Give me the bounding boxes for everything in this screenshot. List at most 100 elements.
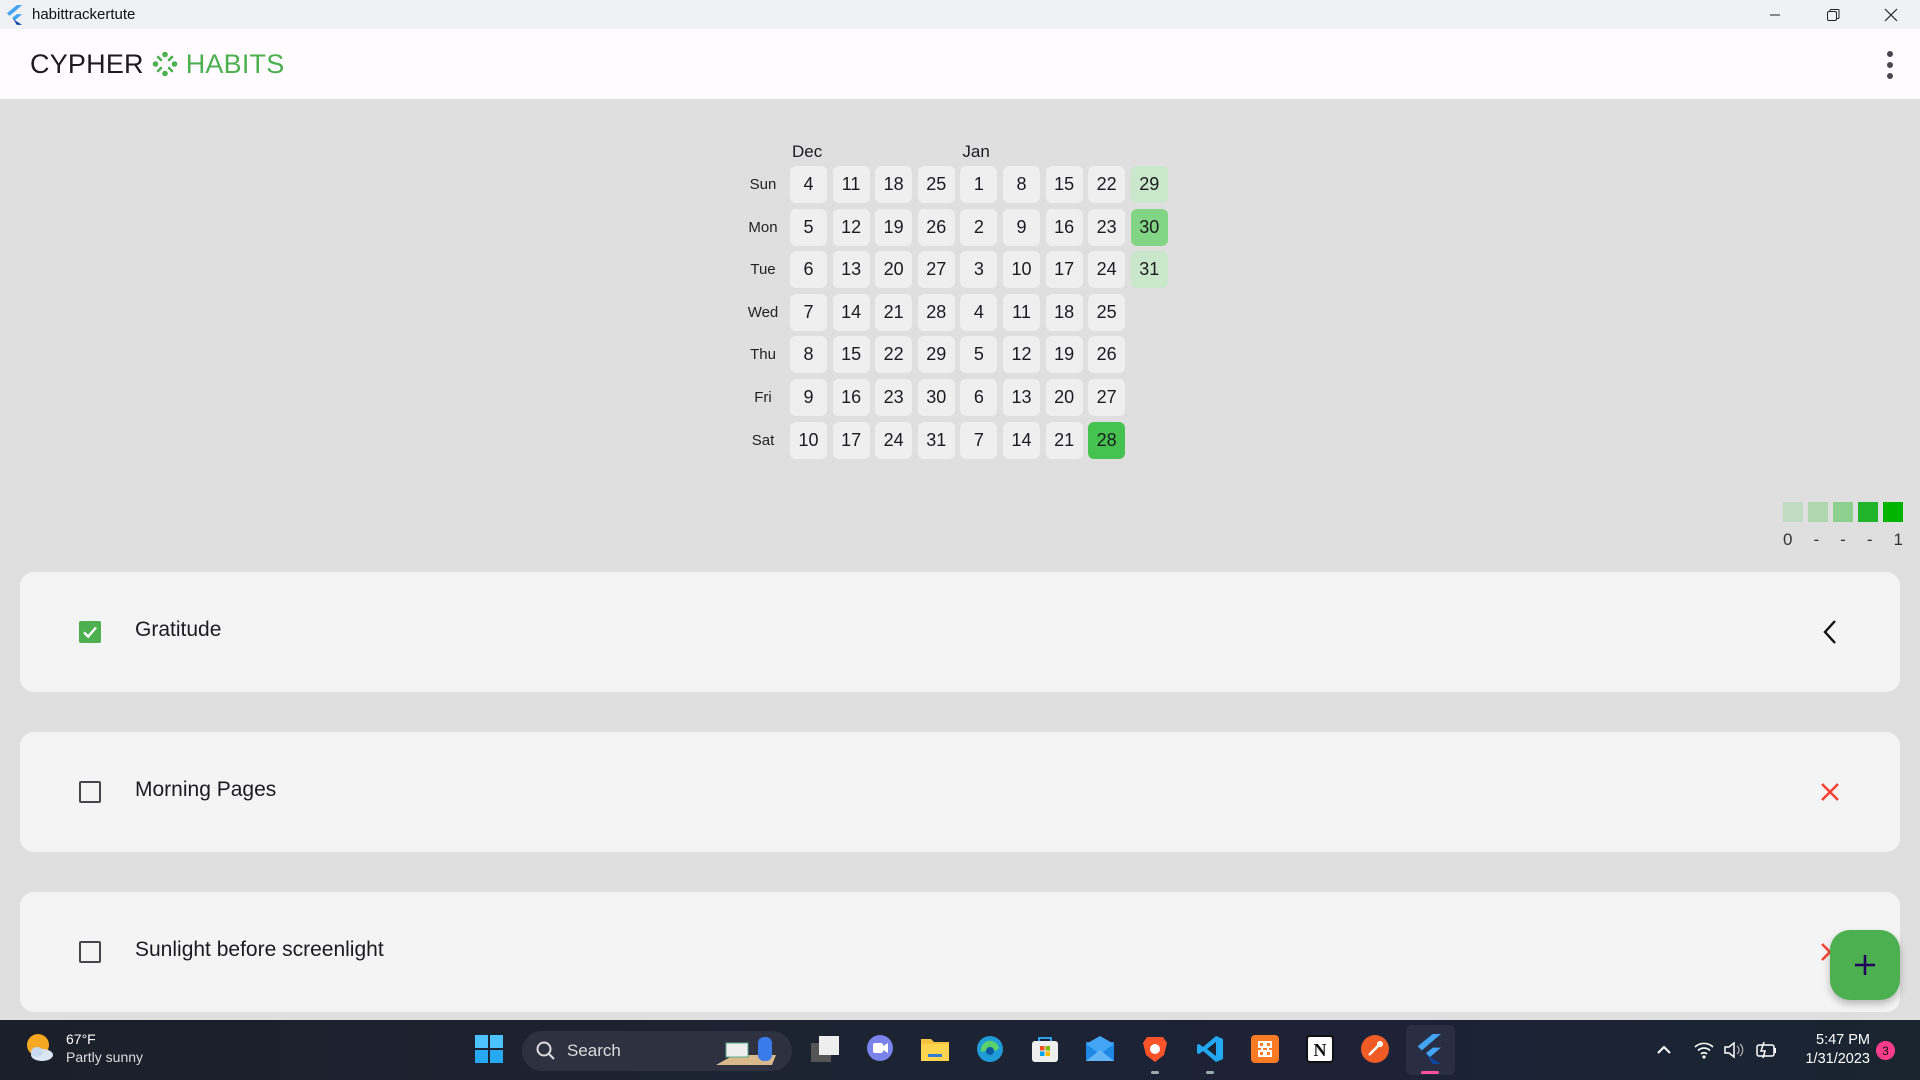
- heatmap-day-cell[interactable]: 18: [1045, 293, 1083, 331]
- reveal-actions-button[interactable]: [1814, 616, 1846, 648]
- taskbar-app-task-view[interactable]: [808, 1032, 842, 1066]
- heatmap-day-cell[interactable]: 18: [875, 166, 913, 203]
- taskbar-app-notion[interactable]: N: [1303, 1032, 1337, 1066]
- heatmap-day-cell[interactable]: 12: [1003, 336, 1040, 374]
- heatmap-day-cell[interactable]: 11: [1003, 293, 1040, 331]
- heatmap-day-cell[interactable]: 14: [1003, 421, 1040, 459]
- heatmap-day-cell[interactable]: 8: [790, 336, 827, 374]
- heatmap-day-cell[interactable]: 2: [960, 208, 998, 246]
- start-button[interactable]: [472, 1032, 506, 1066]
- habit-checkbox[interactable]: [79, 781, 101, 803]
- battery-charging-icon[interactable]: [1755, 1040, 1779, 1060]
- heatmap-day-cell[interactable]: 27: [1088, 379, 1126, 416]
- taskbar-app-vscode[interactable]: [1193, 1032, 1227, 1074]
- heatmap-day-cell[interactable]: 16: [1045, 208, 1083, 246]
- chevron-up-icon[interactable]: [1655, 1041, 1673, 1059]
- taskbar-app-postman[interactable]: [1358, 1032, 1392, 1066]
- taskbar-app-teams-chat[interactable]: [863, 1032, 897, 1066]
- heatmap-day-cell[interactable]: 26: [917, 208, 955, 246]
- heatmap-day-cell[interactable]: 28: [917, 293, 955, 331]
- heatmap-day-cell[interactable]: 7: [790, 293, 827, 331]
- heatmap-day-cell[interactable]: 31: [917, 421, 955, 459]
- clock-date: 1/31/2023: [1805, 1051, 1870, 1067]
- heatmap-day-cell[interactable]: 25: [1088, 293, 1126, 331]
- taskbar-clock[interactable]: 5:47 PM 1/31/2023: [1790, 1031, 1870, 1069]
- heatmap-day-cell[interactable]: 17: [832, 421, 870, 459]
- heatmap-day-cell[interactable]: 10: [1003, 251, 1040, 289]
- heatmap-day-cell[interactable]: 4: [790, 166, 827, 203]
- heatmap-day-cell[interactable]: 26: [1088, 336, 1126, 374]
- heatmap-day-cell[interactable]: 13: [1003, 379, 1040, 416]
- heatmap-day-cell[interactable]: 3: [960, 251, 998, 289]
- heatmap-day-cell[interactable]: 5: [790, 208, 827, 246]
- heatmap-day-cell[interactable]: 20: [1045, 379, 1083, 416]
- heatmap-day-cell[interactable]: 15: [1045, 166, 1083, 203]
- heatmap-day-cell[interactable]: 1: [960, 166, 998, 203]
- heatmap-day-cell[interactable]: 28: [1088, 421, 1126, 459]
- more-vert-icon-dot: [1887, 51, 1893, 57]
- heatmap-day-cell[interactable]: 9: [1003, 208, 1040, 246]
- habit-checkbox[interactable]: [79, 621, 101, 643]
- heatmap-day-cell[interactable]: 19: [1045, 336, 1083, 374]
- heatmap-day-cell[interactable]: 30: [1130, 208, 1168, 246]
- taskbar-app-xampp[interactable]: [1248, 1032, 1282, 1066]
- heatmap-day-cell[interactable]: 6: [790, 251, 827, 289]
- taskbar-search[interactable]: Search: [522, 1031, 792, 1071]
- heatmap-day-cell[interactable]: 14: [832, 293, 870, 331]
- xampp-icon: [1251, 1035, 1279, 1063]
- heatmap-day-cell[interactable]: 29: [1130, 166, 1168, 203]
- heatmap-day-cell[interactable]: 24: [1088, 251, 1126, 289]
- habit-card[interactable]: Gratitude: [20, 572, 1900, 692]
- add-habit-button[interactable]: [1830, 930, 1900, 1000]
- heatmap-day-cell[interactable]: 31: [1130, 251, 1168, 289]
- heatmap-day-cell[interactable]: 11: [832, 166, 870, 203]
- heatmap-day-cell[interactable]: 29: [917, 336, 955, 374]
- taskbar-app-store[interactable]: [1028, 1032, 1062, 1066]
- heatmap-day-cell[interactable]: 9: [790, 379, 827, 416]
- heatmap-day-cell[interactable]: 10: [790, 421, 827, 459]
- heatmap-day-cell[interactable]: 20: [875, 251, 913, 289]
- heatmap-day-cell[interactable]: 5: [960, 336, 998, 374]
- heatmap-day-cell[interactable]: 22: [875, 336, 913, 374]
- heatmap-day-cell[interactable]: 23: [875, 379, 913, 416]
- restore-button[interactable]: [1804, 0, 1862, 29]
- search-placeholder: Search: [567, 1041, 621, 1060]
- heatmap-day-cell[interactable]: 13: [832, 251, 870, 289]
- heatmap-day-cell[interactable]: 16: [832, 379, 870, 416]
- heatmap-day-cell[interactable]: 12: [832, 208, 870, 246]
- heatmap-day-cell[interactable]: 15: [832, 336, 870, 374]
- wifi-icon[interactable]: [1693, 1040, 1715, 1060]
- heatmap-day-cell[interactable]: 17: [1045, 251, 1083, 289]
- heatmap-day-cell[interactable]: 21: [875, 293, 913, 331]
- heatmap-day-cell[interactable]: 19: [875, 208, 913, 246]
- taskbar-app-brave[interactable]: [1138, 1032, 1172, 1074]
- weekday-label: Mon: [748, 218, 778, 236]
- habit-card[interactable]: Morning Pages: [20, 732, 1900, 852]
- heatmap-day-cell[interactable]: 8: [1003, 166, 1040, 203]
- heatmap-day-cell[interactable]: 27: [917, 251, 955, 289]
- heatmap-day-cell[interactable]: 25: [917, 166, 955, 203]
- habit-card[interactable]: Sunlight before screenlight: [20, 892, 1900, 1012]
- habit-checkbox[interactable]: [79, 941, 101, 963]
- taskbar-app-edge[interactable]: [973, 1032, 1007, 1066]
- close-window-button[interactable]: [1862, 0, 1920, 29]
- more-menu-button[interactable]: [1882, 51, 1898, 79]
- taskbar-app-flutter[interactable]: [1413, 1032, 1447, 1074]
- task-view-icon: [811, 1036, 839, 1062]
- heatmap-day-cell[interactable]: 22: [1088, 166, 1126, 203]
- weather-widget[interactable]: 67°F Partly sunny: [24, 1030, 143, 1066]
- heatmap-day-cell[interactable]: 21: [1045, 421, 1083, 459]
- volume-icon[interactable]: [1723, 1040, 1745, 1060]
- heatmap-day-cell[interactable]: 23: [1088, 208, 1126, 246]
- minimize-button[interactable]: [1746, 0, 1804, 29]
- heatmap-day-cell[interactable]: 7: [960, 421, 998, 459]
- legend-label: -: [1813, 530, 1820, 549]
- heatmap-day-cell[interactable]: 6: [960, 379, 998, 416]
- taskbar-app-file-explorer[interactable]: [918, 1032, 952, 1066]
- heatmap-day-cell[interactable]: 4: [960, 293, 998, 331]
- delete-habit-button[interactable]: [1814, 776, 1846, 808]
- taskbar-app-mail[interactable]: [1083, 1032, 1117, 1066]
- heatmap-day-cell[interactable]: 24: [875, 421, 913, 459]
- notification-badge[interactable]: 3: [1876, 1041, 1895, 1060]
- heatmap-day-cell[interactable]: 30: [917, 379, 955, 416]
